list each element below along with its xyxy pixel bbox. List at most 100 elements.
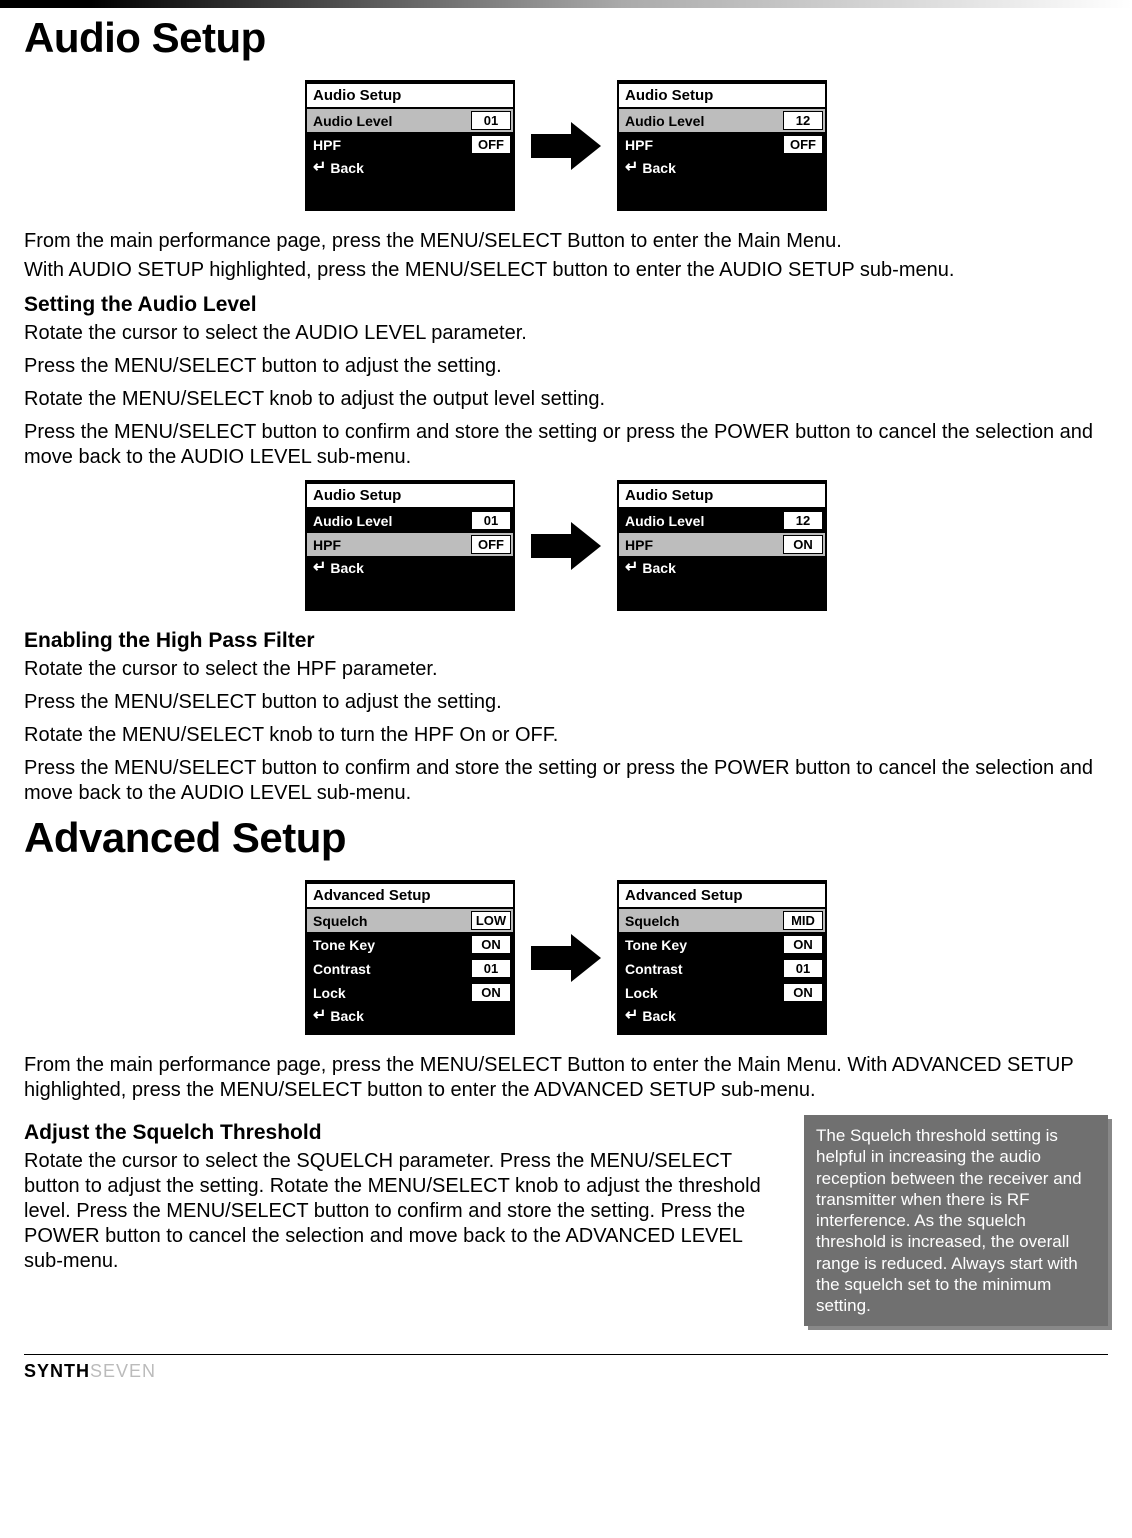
lcd-value: 01 [471, 111, 511, 130]
lcd-screen: Audio Setup Audio Level 12 HPF OFF ↵ Bac… [617, 80, 827, 211]
lcd-back-row: ↵ Back [619, 1005, 825, 1027]
subheading-enabling-hpf: Enabling the High Pass Filter [24, 629, 1108, 653]
arrow-right-icon [531, 122, 601, 170]
lcd-value: ON [783, 983, 823, 1002]
paragraph: Rotate the MENU/SELECT knob to adjust th… [24, 387, 1108, 412]
lcd-label: Squelch [313, 913, 471, 929]
lcd-row-lock: Lock ON [307, 981, 513, 1005]
arrow-right-icon [531, 522, 601, 570]
lcd-value: ON [783, 935, 823, 954]
lcd-value: 01 [471, 959, 511, 978]
lcd-label: Audio Level [625, 513, 783, 529]
lcd-back-row: ↵ Back [307, 157, 513, 179]
lcd-label: Tone Key [625, 937, 783, 953]
lcd-label: HPF [625, 537, 783, 553]
footer-brand: SYNTHSEVEN [0, 1361, 1132, 1396]
lcd-value: OFF [783, 135, 823, 154]
paragraph: With AUDIO SETUP highlighted, press the … [24, 258, 1108, 283]
heading-advanced-setup: Advanced Setup [24, 814, 1108, 862]
lcd-row-audio-level: Audio Level 01 [307, 109, 513, 133]
lcd-label: HPF [313, 137, 471, 153]
lcd-row-audio-level: Audio Level 12 [619, 109, 825, 133]
lcd-label: Lock [313, 985, 471, 1001]
lcd-value: OFF [471, 135, 511, 154]
lcd-title: Audio Setup [307, 484, 513, 509]
footer-brand-bold: SYNTH [24, 1361, 90, 1381]
lcd-label: HPF [625, 137, 783, 153]
lcd-screen: Advanced Setup Squelch MID Tone Key ON C… [617, 880, 827, 1035]
lcd-row-tone-key: Tone Key ON [307, 933, 513, 957]
lcd-label: Audio Level [313, 513, 471, 529]
lcd-row-audio-level: Audio Level 01 [307, 509, 513, 533]
paragraph: Rotate the MENU/SELECT knob to turn the … [24, 723, 1108, 748]
enter-icon: ↵ [313, 560, 326, 576]
lcd-spacer [307, 1027, 513, 1033]
lcd-back-row: ↵ Back [307, 1005, 513, 1027]
paragraph: Rotate the cursor to select the HPF para… [24, 657, 1108, 682]
lcd-value: ON [783, 535, 823, 554]
enter-icon: ↵ [313, 1008, 326, 1024]
lcd-value: ON [471, 983, 511, 1002]
enter-icon: ↵ [313, 160, 326, 176]
lcd-label: Contrast [313, 961, 471, 977]
lcd-label: Squelch [625, 913, 783, 929]
lcd-title: Audio Setup [619, 484, 825, 509]
lcd-back-label: Back [642, 560, 675, 576]
note-box-squelch: The Squelch threshold setting is helpful… [804, 1115, 1108, 1326]
lcd-spacer [307, 179, 513, 209]
screens-row-audio-level: Audio Setup Audio Level 01 HPF OFF ↵ Bac… [24, 80, 1108, 211]
subheading-setting-audio-level: Setting the Audio Level [24, 293, 1108, 317]
lcd-title: Advanced Setup [619, 884, 825, 909]
lcd-value: LOW [471, 911, 511, 930]
lcd-back-row: ↵ Back [619, 557, 825, 579]
enter-icon: ↵ [625, 1008, 638, 1024]
lcd-label: Contrast [625, 961, 783, 977]
lcd-row-hpf: HPF OFF [307, 533, 513, 557]
lcd-row-hpf: HPF OFF [307, 133, 513, 157]
heading-audio-setup: Audio Setup [24, 14, 1108, 62]
lcd-title: Audio Setup [619, 84, 825, 109]
paragraph: Press the MENU/SELECT button to confirm … [24, 756, 1108, 806]
lcd-label: HPF [313, 537, 471, 553]
lcd-spacer [619, 1027, 825, 1033]
lcd-spacer [307, 579, 513, 609]
enter-icon: ↵ [625, 560, 638, 576]
lcd-value: OFF [471, 535, 511, 554]
arrow-right-icon [531, 934, 601, 982]
lcd-value: 01 [783, 959, 823, 978]
paragraph: From the main performance page, press th… [24, 1053, 1108, 1103]
paragraph: Rotate the cursor to select the AUDIO LE… [24, 321, 1108, 346]
lcd-screen: Audio Setup Audio Level 12 HPF ON ↵ Back [617, 480, 827, 611]
paragraph: Press the MENU/SELECT button to confirm … [24, 420, 1108, 470]
enter-icon: ↵ [625, 160, 638, 176]
lcd-back-row: ↵ Back [307, 557, 513, 579]
footer-rule [24, 1354, 1108, 1355]
lcd-screen: Audio Setup Audio Level 01 HPF OFF ↵ Bac… [305, 480, 515, 611]
lcd-back-label: Back [330, 160, 363, 176]
lcd-row-audio-level: Audio Level 12 [619, 509, 825, 533]
lcd-value: MID [783, 911, 823, 930]
lcd-spacer [619, 579, 825, 609]
paragraph: Press the MENU/SELECT button to adjust t… [24, 354, 1108, 379]
lcd-row-squelch: Squelch MID [619, 909, 825, 933]
lcd-value: ON [471, 935, 511, 954]
subheading-adjust-squelch: Adjust the Squelch Threshold [24, 1121, 786, 1145]
lcd-back-row: ↵ Back [619, 157, 825, 179]
lcd-back-label: Back [642, 1008, 675, 1024]
lcd-value: 01 [471, 511, 511, 530]
lcd-title: Advanced Setup [307, 884, 513, 909]
lcd-row-contrast: Contrast 01 [619, 957, 825, 981]
lcd-screen: Audio Setup Audio Level 01 HPF OFF ↵ Bac… [305, 80, 515, 211]
lcd-screen: Advanced Setup Squelch LOW Tone Key ON C… [305, 880, 515, 1035]
lcd-row-contrast: Contrast 01 [307, 957, 513, 981]
lcd-title: Audio Setup [307, 84, 513, 109]
lcd-back-label: Back [330, 560, 363, 576]
lcd-back-label: Back [330, 1008, 363, 1024]
paragraph: From the main performance page, press th… [24, 229, 1108, 254]
lcd-spacer [619, 179, 825, 209]
screens-row-hpf: Audio Setup Audio Level 01 HPF OFF ↵ Bac… [24, 480, 1108, 611]
top-gradient-bar [0, 0, 1132, 8]
lcd-label: Lock [625, 985, 783, 1001]
lcd-row-tone-key: Tone Key ON [619, 933, 825, 957]
lcd-label: Audio Level [625, 113, 783, 129]
